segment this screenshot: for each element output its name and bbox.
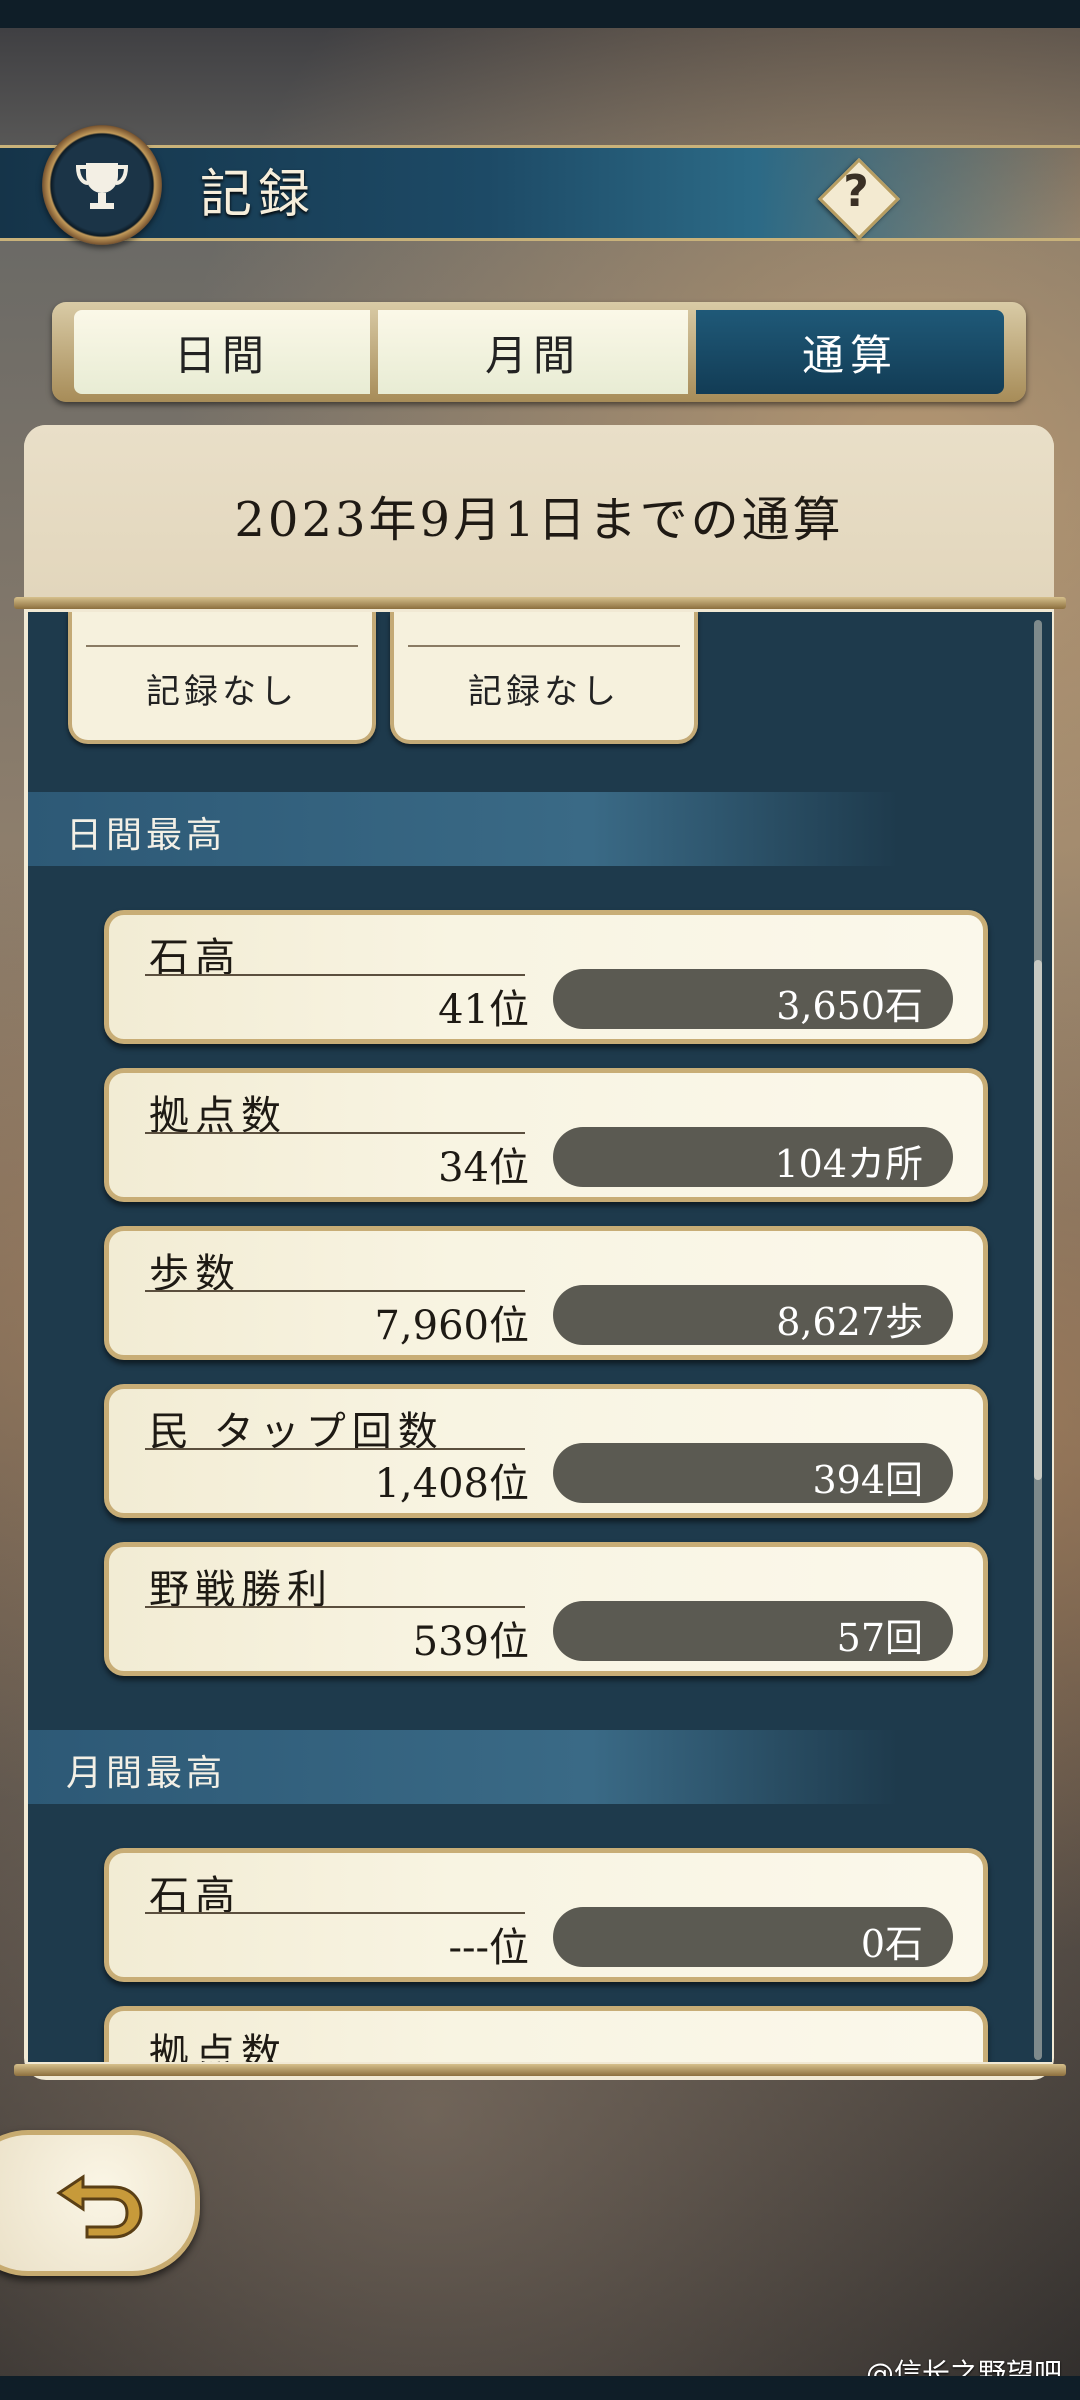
section-title: 日間最高 <box>66 815 227 856</box>
record-card: 歩数 7,960位 8,627歩 <box>104 1226 988 1360</box>
partial-card: 記録なし <box>390 612 698 744</box>
trophy-icon <box>42 125 162 245</box>
record-card: 石高 41位 3,650石 <box>104 910 988 1044</box>
back-button[interactable] <box>0 2130 200 2276</box>
divider <box>145 1606 525 1608</box>
scrollbar-thumb[interactable] <box>1034 960 1042 1480</box>
divider <box>86 645 358 647</box>
back-arrow-icon <box>56 2174 143 2239</box>
record-value: 394回 <box>812 1458 923 1502</box>
tab-daily[interactable]: 日間 <box>74 310 370 394</box>
record-card: 拠点数 <box>104 2006 988 2062</box>
record-value: 3,650石 <box>776 984 923 1028</box>
record-value: 57回 <box>836 1616 923 1660</box>
help-button[interactable]: ? <box>817 157 901 241</box>
period-title: 2023年9月1日までの通算 <box>234 492 844 548</box>
records-list[interactable]: 記録なし 記録なし 日間最高 石高 41位 3,650石 拠点数 34位 104… <box>28 612 1052 2062</box>
record-value: 8,627歩 <box>776 1300 923 1344</box>
no-record-text: 記録なし <box>146 672 298 712</box>
tab-monthly[interactable]: 月間 <box>378 310 688 394</box>
section-title: 月間最高 <box>66 1753 227 1794</box>
record-value-pill: 3,650石 <box>553 969 953 1029</box>
period-tabs: 日間 月間 通算 <box>52 302 1026 402</box>
section-header-daily: 日間最高 <box>28 792 1052 866</box>
divider <box>145 1132 525 1134</box>
divider <box>145 974 525 976</box>
record-value-pill: 8,627歩 <box>553 1285 953 1345</box>
record-card: 拠点数 34位 104カ所 <box>104 1068 988 1202</box>
panel-top-rail <box>14 597 1066 609</box>
record-rank: 1,408位 <box>374 1461 529 1507</box>
record-value-pill: 57回 <box>553 1601 953 1661</box>
record-card: 野戦勝利 539位 57回 <box>104 1542 988 1676</box>
divider <box>145 1290 525 1292</box>
record-value: 104カ所 <box>774 1142 923 1186</box>
question-icon: ? <box>843 166 869 217</box>
record-value-pill: 394回 <box>553 1443 953 1503</box>
partial-card: 記録なし <box>68 612 376 744</box>
record-value: 0石 <box>860 1922 923 1966</box>
page-title: 記録 <box>200 165 317 225</box>
record-value-pill: 104カ所 <box>553 1127 953 1187</box>
no-record-text: 記録なし <box>468 672 620 712</box>
divider <box>145 1912 525 1914</box>
record-rank: 539位 <box>412 1619 529 1665</box>
record-rank: ---位 <box>448 1925 529 1971</box>
record-rank: 34位 <box>438 1145 529 1191</box>
tab-total[interactable]: 通算 <box>696 310 1004 394</box>
section-header-monthly: 月間最高 <box>28 1730 1052 1804</box>
status-bar <box>0 0 1080 28</box>
record-card: 民 タップ回数 1,408位 394回 <box>104 1384 988 1518</box>
panel-bottom-rail <box>14 2064 1066 2076</box>
record-rank: 41位 <box>438 987 529 1033</box>
navigation-bar <box>0 2376 1080 2400</box>
divider <box>145 1448 525 1450</box>
record-card: 石高 ---位 0石 <box>104 1848 988 1982</box>
record-value-pill: 0石 <box>553 1907 953 1967</box>
record-label: 拠点数 <box>149 2031 287 2062</box>
panel-header: 2023年9月1日までの通算 <box>24 425 1054 600</box>
record-rank: 7,960位 <box>374 1303 529 1349</box>
divider <box>408 645 680 647</box>
header-bar <box>0 145 1080 241</box>
